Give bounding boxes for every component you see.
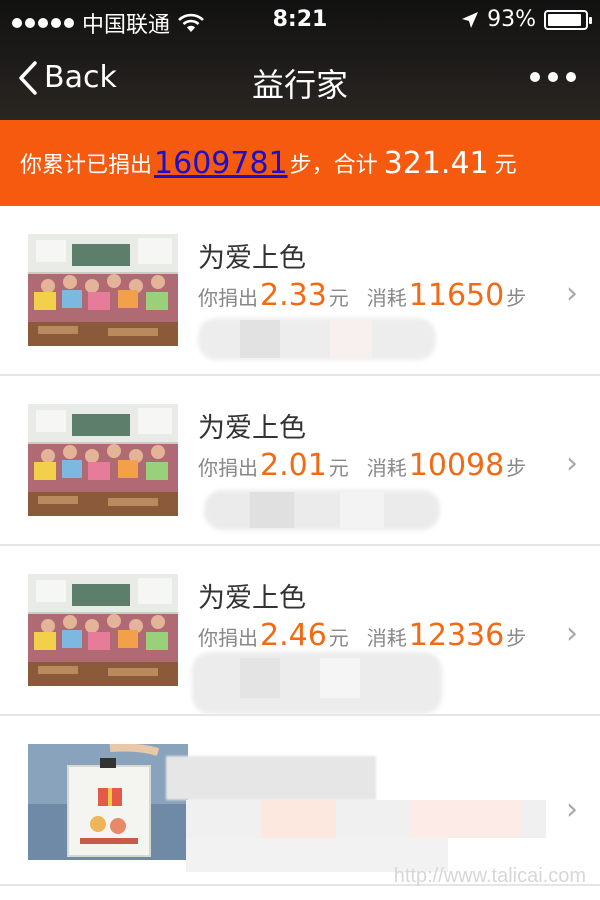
watermark: http://www.talicai.com (393, 865, 586, 887)
nav-bar: Back 益行家 (0, 40, 600, 120)
consumed-steps: 12336 (408, 618, 505, 653)
donation-list-item[interactable]: 为爱上色 你捐出 2.33 元 消耗 11650 步 › (0, 206, 600, 376)
donated-amount: 2.01 (260, 448, 327, 483)
steps-unit: 步 (506, 286, 527, 310)
classroom-photo (28, 404, 178, 516)
redacted-date (204, 490, 440, 530)
donated-label: 你捐出 (198, 286, 258, 310)
donated-label: 你捐出 (198, 626, 258, 650)
redaction-block (250, 492, 294, 528)
summary-steps-unit: 步，合计 (289, 153, 378, 178)
donation-list-item[interactable]: › (0, 716, 600, 886)
currency-unit: 元 (328, 626, 349, 650)
consumed-label: 消耗 (366, 456, 407, 480)
redaction-block (240, 658, 280, 698)
redaction-block (340, 492, 384, 528)
status-bar: 中国联通 8:21 93% (0, 0, 600, 40)
classroom-photo (28, 574, 178, 686)
donated-amount: 2.33 (260, 278, 327, 313)
donated-amount: 2.46 (260, 618, 327, 653)
item-stats: 你捐出 2.01 元 消耗 10098 步 (198, 448, 526, 483)
summary-prefix: 你累计已捐出 (20, 153, 153, 178)
battery-icon (544, 9, 592, 30)
chevron-right-icon: › (566, 616, 578, 651)
currency-unit: 元 (328, 286, 349, 310)
consumed-steps: 10098 (408, 448, 505, 483)
consumed-label: 消耗 (366, 286, 407, 310)
consumed-label: 消耗 (366, 626, 407, 650)
item-title: 为爱上色 (198, 243, 306, 274)
redaction-block (330, 320, 372, 358)
redaction-block (320, 658, 360, 698)
redacted-date (192, 652, 442, 714)
steps-unit: 步 (506, 626, 527, 650)
donation-list-item[interactable]: 为爱上色 你捐出 2.01 元 消耗 10098 步 › (0, 376, 600, 546)
currency-unit: 元 (328, 456, 349, 480)
chevron-right-icon: › (566, 276, 578, 311)
location-arrow-icon (462, 11, 479, 28)
donation-list-item[interactable]: 为爱上色 你捐出 2.46 元 消耗 12336 步 › (0, 546, 600, 716)
battery-fill (548, 13, 582, 26)
redaction-block (262, 800, 336, 838)
total-steps-link[interactable]: 1609781 (154, 146, 288, 181)
item-title: 为爱上色 (198, 583, 306, 614)
consumed-steps: 11650 (408, 278, 505, 313)
top-bar: 中国联通 8:21 93% Back 益行家 (0, 0, 600, 120)
summary-amount-unit: 元 (494, 153, 517, 178)
more-options-icon[interactable] (530, 72, 576, 82)
redaction-block (240, 320, 280, 358)
total-amount: 321.41 (383, 145, 489, 181)
redaction-block (410, 800, 522, 838)
donated-label: 你捐出 (198, 456, 258, 480)
redacted-date (198, 318, 436, 360)
item-stats: 你捐出 2.33 元 消耗 11650 步 (198, 278, 526, 313)
chevron-right-icon: › (566, 446, 578, 481)
donation-list: 为爱上色 你捐出 2.33 元 消耗 11650 步 › 为爱上色 你捐出 2.… (0, 206, 600, 886)
item-stats: 你捐出 2.46 元 消耗 12336 步 (198, 618, 526, 653)
donation-summary-banner: 你累计已捐出 1609781 步，合计 321.41 元 (0, 120, 600, 206)
chevron-right-icon: › (566, 792, 578, 827)
redaction-block (166, 756, 376, 800)
classroom-photo (28, 234, 178, 346)
item-title: 为爱上色 (198, 413, 306, 444)
donation-box-photo (28, 744, 188, 860)
steps-unit: 步 (506, 456, 527, 480)
battery-percent: 93% (487, 7, 536, 32)
page-title: 益行家 (251, 66, 348, 104)
